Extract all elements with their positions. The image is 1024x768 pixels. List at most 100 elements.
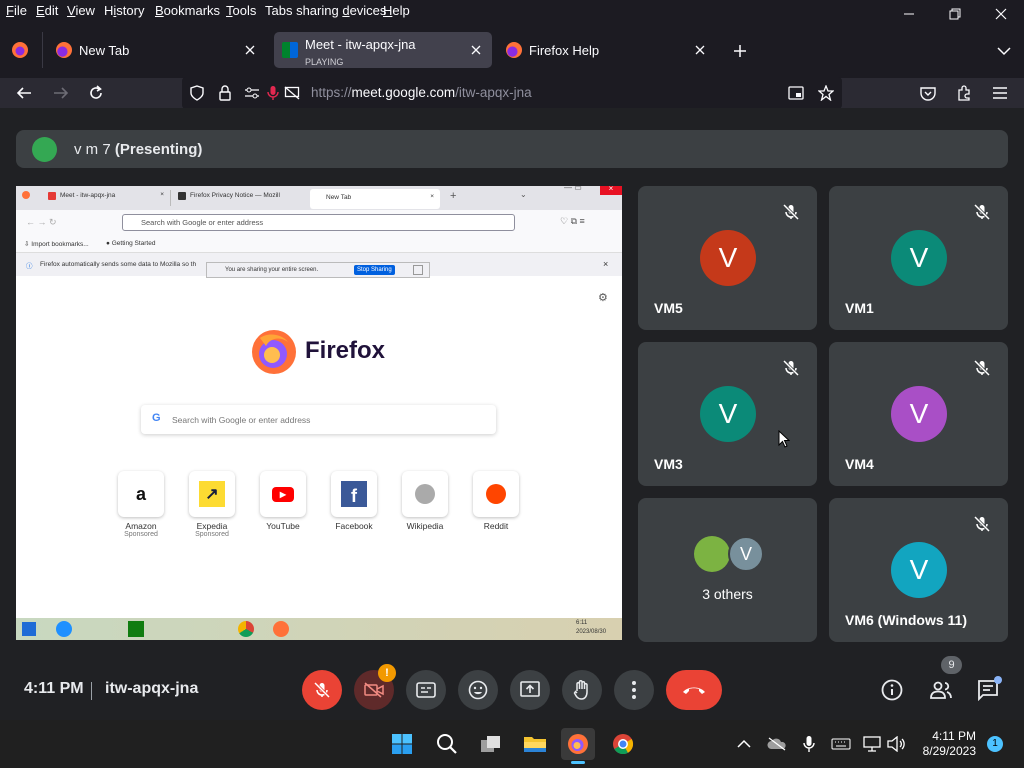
avatar — [694, 536, 730, 572]
tab-new-tab[interactable]: New Tab — [48, 32, 266, 68]
bookmark-star-icon[interactable] — [816, 83, 836, 103]
present-button[interactable] — [510, 670, 550, 710]
mozilla-favicon-icon — [178, 192, 186, 200]
leave-call-button[interactable] — [666, 670, 722, 710]
hand-icon — [573, 680, 588, 700]
camera-toggle-button[interactable]: ! — [354, 664, 396, 710]
shortcut-expedia: ↗ Expedia Sponsored — [188, 471, 236, 538]
reload-icon[interactable] — [86, 83, 106, 103]
shortcut-youtube: ▶ YouTube — [259, 471, 307, 531]
clock[interactable]: 4:11 PM 8/29/2023 — [914, 729, 976, 759]
google-g-icon: G — [152, 412, 161, 424]
menu-help[interactable]: Help — [383, 3, 410, 18]
menu-tabs-sharing-devices[interactable]: Tabs sharing devices — [265, 3, 386, 18]
menu-view[interactable]: View — [67, 3, 95, 18]
firefox-logo-icon — [250, 328, 298, 376]
network-icon[interactable] — [862, 734, 882, 754]
people-icon — [930, 681, 952, 699]
avatar: V — [891, 386, 947, 442]
mic-off-icon — [973, 515, 991, 533]
unread-dot-icon — [994, 676, 1002, 684]
avatar: V — [891, 230, 947, 286]
onedrive-offline-icon[interactable] — [766, 734, 788, 754]
info-icon — [881, 679, 903, 701]
task-view-button[interactable] — [474, 728, 508, 760]
file-explorer-button[interactable] — [518, 728, 552, 760]
chrome-icon — [238, 621, 254, 637]
participant-name: VM5 — [654, 300, 683, 316]
firefox-icon — [22, 191, 30, 199]
firefox-view-icon[interactable] — [10, 40, 30, 60]
close-tab-icon[interactable] — [692, 42, 708, 58]
close-icon: × — [600, 186, 622, 195]
people-button[interactable] — [928, 678, 954, 702]
meeting-controls: 4:11 PM itw-apqx-jna ! 9 — [0, 656, 1024, 720]
avatar: V — [891, 542, 947, 598]
menu-bookmarks[interactable]: Bookmarks — [155, 3, 220, 18]
shortcut-wikipedia: Wikipedia — [401, 471, 449, 531]
captions-icon — [416, 682, 436, 698]
meeting-details-button[interactable] — [880, 678, 904, 702]
close-tab-icon[interactable] — [242, 42, 258, 58]
participant-tile-vm6[interactable]: V VM6 (Windows 11) — [829, 498, 1008, 642]
picture-in-picture-icon[interactable] — [787, 84, 805, 102]
meeting-time: 4:11 PM — [24, 680, 84, 697]
participant-tile-vm5[interactable]: V VM5 — [638, 186, 817, 330]
meeting-code: itw-apqx-jna — [105, 680, 199, 697]
presenter-bar: v m 7 (Presenting) — [16, 130, 1008, 168]
chrome-taskbar-button[interactable] — [606, 728, 640, 760]
emoji-icon — [468, 680, 488, 700]
folder-icon — [524, 737, 546, 752]
windows-taskbar: 4:11 PM 8/29/2023 1 — [0, 720, 1024, 768]
tab-meet[interactable]: Meet - itw-apqx-jna PLAYING — [274, 32, 492, 68]
participant-tile-others[interactable]: V 3 others — [638, 498, 817, 642]
raise-hand-button[interactable] — [562, 670, 602, 710]
meet-favicon-icon — [48, 192, 56, 200]
tracking-shield-icon[interactable] — [188, 84, 206, 102]
url-bar[interactable]: https://meet.google.com/itw-apqx-jna — [182, 77, 842, 109]
participant-tile-vm1[interactable]: V VM1 — [829, 186, 1008, 330]
meet-favicon-icon — [282, 42, 298, 58]
notification-badge[interactable]: 1 — [987, 736, 1003, 752]
list-all-tabs-chevron-icon[interactable] — [994, 41, 1014, 61]
close-tab-icon[interactable] — [468, 42, 484, 58]
screen-sharing-off-icon[interactable] — [283, 84, 301, 102]
menu-bar: File Edit View History Bookmarks Tools T… — [0, 0, 1024, 22]
keyboard-icon[interactable] — [830, 734, 852, 754]
participant-tile-vm3[interactable]: V VM3 — [638, 342, 817, 486]
lock-icon[interactable] — [216, 84, 234, 102]
permissions-icon[interactable] — [243, 84, 261, 102]
tab-firefox-help[interactable]: Firefox Help — [498, 32, 716, 68]
shared-url-bar: Search with Google or enter address — [122, 214, 515, 231]
menu-file[interactable]: File — [6, 3, 27, 18]
chat-button[interactable] — [976, 676, 1002, 702]
back-arrow-icon[interactable] — [14, 83, 34, 103]
microphone-sharing-icon[interactable] — [264, 84, 282, 102]
shared-screen[interactable]: Meet - itw-apqx-jna × Firefox Privacy Not… — [16, 186, 622, 640]
volume-icon[interactable] — [886, 734, 906, 754]
microphone-icon[interactable] — [799, 734, 819, 754]
mic-toggle-button[interactable] — [302, 670, 342, 710]
search-button[interactable] — [430, 728, 464, 760]
more-options-button[interactable] — [614, 670, 654, 710]
participant-tile-vm4[interactable]: V VM4 — [829, 342, 1008, 486]
menu-edit[interactable]: Edit — [36, 3, 58, 18]
avatar: V — [700, 230, 756, 286]
shared-nav-bar: ← → ↻ Search with Google or enter addres… — [16, 210, 622, 236]
new-tab-plus-icon[interactable] — [730, 41, 750, 61]
shared-tab: Meet - itw-apqx-jna × — [46, 190, 171, 206]
forward-arrow-icon[interactable] — [51, 83, 71, 103]
menu-tools[interactable]: Tools — [226, 3, 256, 18]
captions-button[interactable] — [406, 670, 446, 710]
menu-history[interactable]: History — [104, 3, 144, 18]
pocket-icon[interactable] — [918, 83, 938, 103]
app-menu-icon[interactable] — [990, 83, 1010, 103]
extensions-icon[interactable] — [954, 83, 974, 103]
reactions-button[interactable] — [458, 670, 498, 710]
show-hidden-icons-chevron-icon[interactable] — [734, 734, 754, 754]
tab-bar: New Tab Meet - itw-apqx-jna PLAYING Fire… — [0, 22, 1024, 78]
firefox-taskbar-button[interactable] — [561, 728, 595, 764]
amazon-icon: a — [118, 471, 164, 517]
start-button[interactable] — [385, 728, 419, 760]
camera-off-icon — [364, 682, 384, 698]
